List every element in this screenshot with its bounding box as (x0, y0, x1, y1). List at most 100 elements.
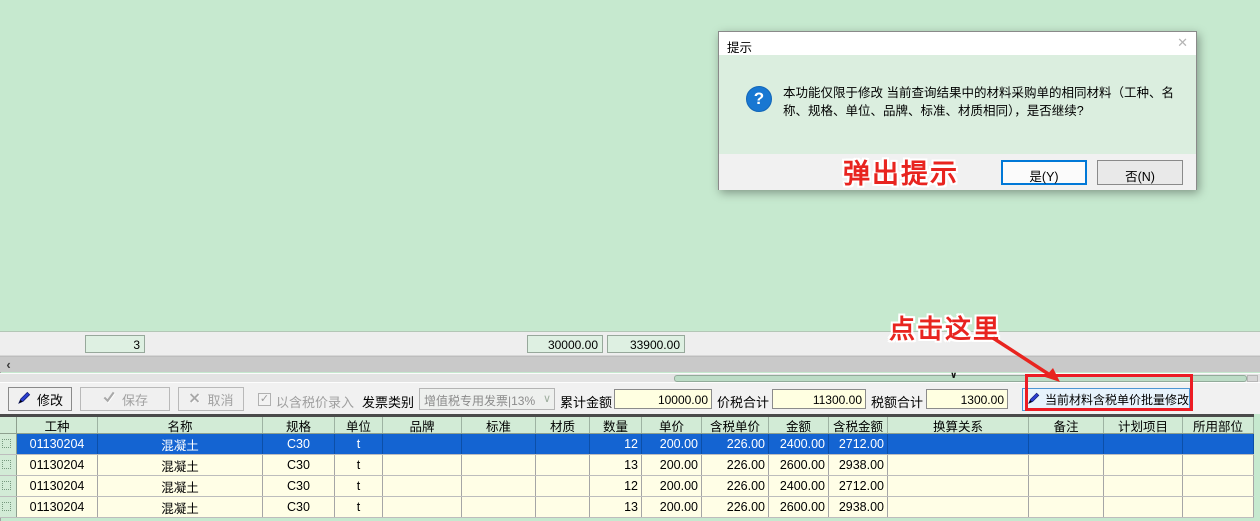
table-cell[interactable]: 混凝土 (98, 434, 263, 454)
table-cell[interactable]: 200.00 (642, 497, 702, 517)
row-selector[interactable] (0, 476, 17, 496)
table-cell[interactable] (462, 434, 536, 454)
table-row[interactable]: 01130204混凝土C30t12200.00226.002400.002712… (0, 476, 1254, 497)
table-cell[interactable] (1029, 434, 1104, 454)
dialog-titlebar[interactable]: 提示 ✕ (719, 32, 1196, 55)
table-cell[interactable]: 2600.00 (769, 497, 829, 517)
table-cell[interactable]: 226.00 (702, 434, 769, 454)
header-cell[interactable]: 数量 (590, 417, 642, 433)
table-cell[interactable] (1183, 476, 1254, 496)
table-cell[interactable] (888, 455, 1029, 475)
yes-button[interactable]: 是(Y) (1001, 160, 1087, 185)
table-cell[interactable] (536, 497, 590, 517)
table-cell[interactable]: 混凝土 (98, 497, 263, 517)
header-cell[interactable]: 含税金额 (829, 417, 888, 433)
table-cell[interactable] (1104, 497, 1183, 517)
scroll-left-arrow-icon[interactable]: ‹ (0, 357, 17, 373)
table-cell[interactable] (1029, 497, 1104, 517)
table-cell[interactable] (1029, 476, 1104, 496)
table-cell[interactable]: 01130204 (17, 497, 98, 517)
table-cell[interactable] (536, 476, 590, 496)
table-cell[interactable]: 13 (590, 455, 642, 475)
header-cell[interactable]: 单位 (335, 417, 383, 433)
table-cell[interactable]: 01130204 (17, 455, 98, 475)
header-cell[interactable]: 计划项目 (1104, 417, 1183, 433)
table-cell[interactable]: 12 (590, 476, 642, 496)
table-cell[interactable]: C30 (263, 497, 335, 517)
table-cell[interactable]: C30 (263, 455, 335, 475)
table-cell[interactable]: 13 (590, 497, 642, 517)
header-cell[interactable]: 备注 (1029, 417, 1104, 433)
cancel-button[interactable]: 取消 (178, 387, 244, 411)
modify-button[interactable]: 修改 (8, 387, 72, 411)
table-row[interactable]: 01130204混凝土C30t 13200.00226.002600.002938… (0, 497, 1254, 518)
table-cell[interactable]: 2938.00 (829, 497, 888, 517)
table-cell[interactable]: t (335, 455, 383, 475)
invoice-type-dropdown[interactable]: 增值税专用发票|13% ∨ (419, 388, 555, 410)
table-cell[interactable] (383, 476, 462, 496)
table-cell[interactable]: 200.00 (642, 476, 702, 496)
save-button[interactable]: 保存 (80, 387, 170, 411)
table-cell[interactable] (536, 434, 590, 454)
table-cell[interactable]: 2400.00 (769, 434, 829, 454)
table-cell[interactable]: t (335, 476, 383, 496)
header-cell[interactable]: 材质 (536, 417, 590, 433)
header-cell[interactable]: 标准 (462, 417, 536, 433)
row-selector[interactable] (0, 497, 17, 517)
table-cell[interactable]: 2938.00 (829, 455, 888, 475)
with-tax-entry-checkbox[interactable]: ✓ (258, 393, 271, 406)
header-cell[interactable]: 品牌 (383, 417, 462, 433)
header-cell[interactable]: 单价 (642, 417, 702, 433)
table-cell[interactable] (1183, 434, 1254, 454)
table-cell[interactable]: 2600.00 (769, 455, 829, 475)
table-cell[interactable]: t (335, 497, 383, 517)
header-cell[interactable]: 金额 (769, 417, 829, 433)
table-cell[interactable] (383, 497, 462, 517)
table-cell[interactable] (536, 455, 590, 475)
row-selector[interactable] (0, 434, 17, 454)
header-cell[interactable]: 换算关系 (888, 417, 1029, 433)
no-button[interactable]: 否(N) (1097, 160, 1183, 185)
table-row[interactable]: 01130204混凝土C30t 12200.00226.002400.002712… (0, 434, 1254, 455)
table-cell[interactable] (383, 434, 462, 454)
table-cell[interactable] (462, 476, 536, 496)
table-cell[interactable] (462, 455, 536, 475)
header-cell[interactable]: 工种 (17, 417, 98, 433)
table-cell[interactable]: 混凝土 (98, 455, 263, 475)
collapse-arrow-icon[interactable]: ∨ (950, 370, 957, 381)
header-cell[interactable]: 含税单价 (702, 417, 769, 433)
table-cell[interactable] (1183, 455, 1254, 475)
row-selector[interactable] (0, 455, 17, 475)
table-cell[interactable] (462, 497, 536, 517)
cumulative-amount-field[interactable]: 10000.00 (614, 389, 712, 409)
price-tax-total-field[interactable]: 11300.00 (772, 389, 866, 409)
table-row[interactable]: 01130204混凝土C30t13200.00226.002600.002938… (0, 455, 1254, 476)
table-cell[interactable]: 200.00 (642, 434, 702, 454)
header-cell[interactable]: 规格 (263, 417, 335, 433)
table-cell[interactable] (888, 434, 1029, 454)
table-cell[interactable] (888, 497, 1029, 517)
header-cell[interactable]: 名称 (98, 417, 263, 433)
close-icon[interactable]: ✕ (1177, 35, 1188, 51)
header-cell[interactable]: 所用部位 (1183, 417, 1254, 433)
table-cell[interactable]: 2400.00 (769, 476, 829, 496)
table-cell[interactable]: 12 (590, 434, 642, 454)
table-cell[interactable]: t (335, 434, 383, 454)
table-cell[interactable]: 01130204 (17, 434, 98, 454)
table-cell[interactable] (1104, 455, 1183, 475)
table-cell[interactable] (1104, 434, 1183, 454)
table-cell[interactable]: 2712.00 (829, 476, 888, 496)
table-cell[interactable]: 01130204 (17, 476, 98, 496)
table-cell[interactable] (1029, 455, 1104, 475)
table-cell[interactable]: 混凝土 (98, 476, 263, 496)
table-cell[interactable]: 226.00 (702, 497, 769, 517)
table-cell[interactable] (383, 455, 462, 475)
table-cell[interactable]: 2712.00 (829, 434, 888, 454)
table-cell[interactable] (1183, 497, 1254, 517)
scrollbar-endcap[interactable] (1247, 375, 1258, 382)
table-cell[interactable] (888, 476, 1029, 496)
table-cell[interactable]: 226.00 (702, 476, 769, 496)
table-cell[interactable]: 226.00 (702, 455, 769, 475)
table-cell[interactable] (1104, 476, 1183, 496)
table-cell[interactable]: C30 (263, 434, 335, 454)
